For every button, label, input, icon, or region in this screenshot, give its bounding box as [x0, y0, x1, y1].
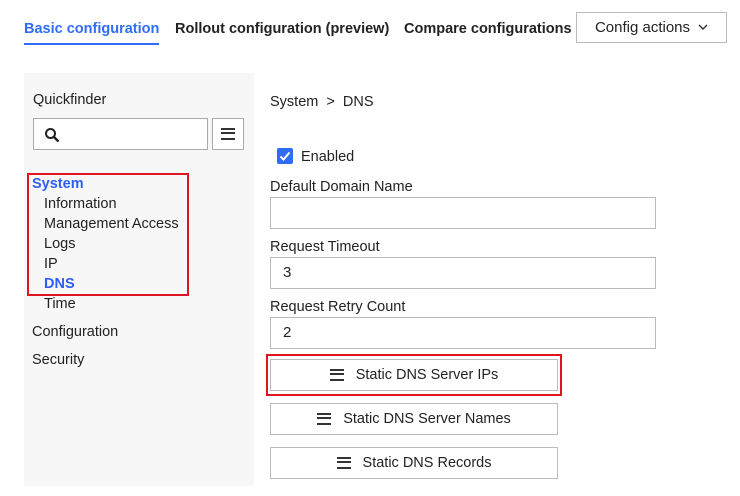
quickfinder-menu-button[interactable]: [212, 118, 244, 150]
breadcrumb-separator: >: [326, 94, 335, 110]
highlight-box-sidebar: [27, 173, 189, 296]
breadcrumb-current: DNS: [342, 94, 374, 110]
request-timeout-label: Request Timeout: [270, 239, 380, 255]
request-retry-input[interactable]: 2: [270, 317, 656, 349]
quickfinder-search-input[interactable]: [33, 118, 208, 150]
tab-rollout-configuration[interactable]: Rollout configuration (preview): [175, 21, 389, 37]
sidebar-item-configuration[interactable]: Configuration: [32, 324, 118, 340]
static-dns-server-names-button[interactable]: Static DNS Server Names: [270, 403, 558, 435]
sidebar-item-security[interactable]: Security: [32, 352, 84, 368]
request-timeout-input[interactable]: 3: [270, 257, 656, 289]
config-actions-label: Config actions: [594, 19, 691, 36]
config-actions-button[interactable]: Config actions: [576, 12, 727, 43]
list-icon: [317, 413, 332, 425]
button-label: Static DNS Records: [362, 455, 492, 471]
button-label: Static DNS Server Names: [343, 411, 511, 427]
breadcrumb: System > DNS: [270, 94, 374, 110]
default-domain-label: Default Domain Name: [270, 179, 413, 195]
tab-basic-configuration[interactable]: Basic configuration: [24, 21, 160, 45]
quickfinder-title: Quickfinder: [33, 92, 107, 108]
list-icon: [336, 457, 351, 469]
highlight-box-button: [266, 354, 562, 396]
hamburger-icon: [221, 128, 235, 140]
checkmark-icon: [279, 151, 291, 161]
default-domain-input[interactable]: [270, 197, 656, 229]
enabled-checkbox[interactable]: [277, 148, 293, 164]
static-dns-records-button[interactable]: Static DNS Records: [270, 447, 558, 479]
breadcrumb-system[interactable]: System: [270, 94, 318, 110]
tab-compare-configurations[interactable]: Compare configurations: [404, 21, 572, 37]
request-retry-label: Request Retry Count: [270, 299, 406, 315]
sidebar-item-time[interactable]: Time: [44, 296, 76, 312]
chevron-down-icon: [698, 24, 708, 30]
search-icon: [45, 128, 60, 143]
enabled-label: Enabled: [301, 149, 355, 165]
